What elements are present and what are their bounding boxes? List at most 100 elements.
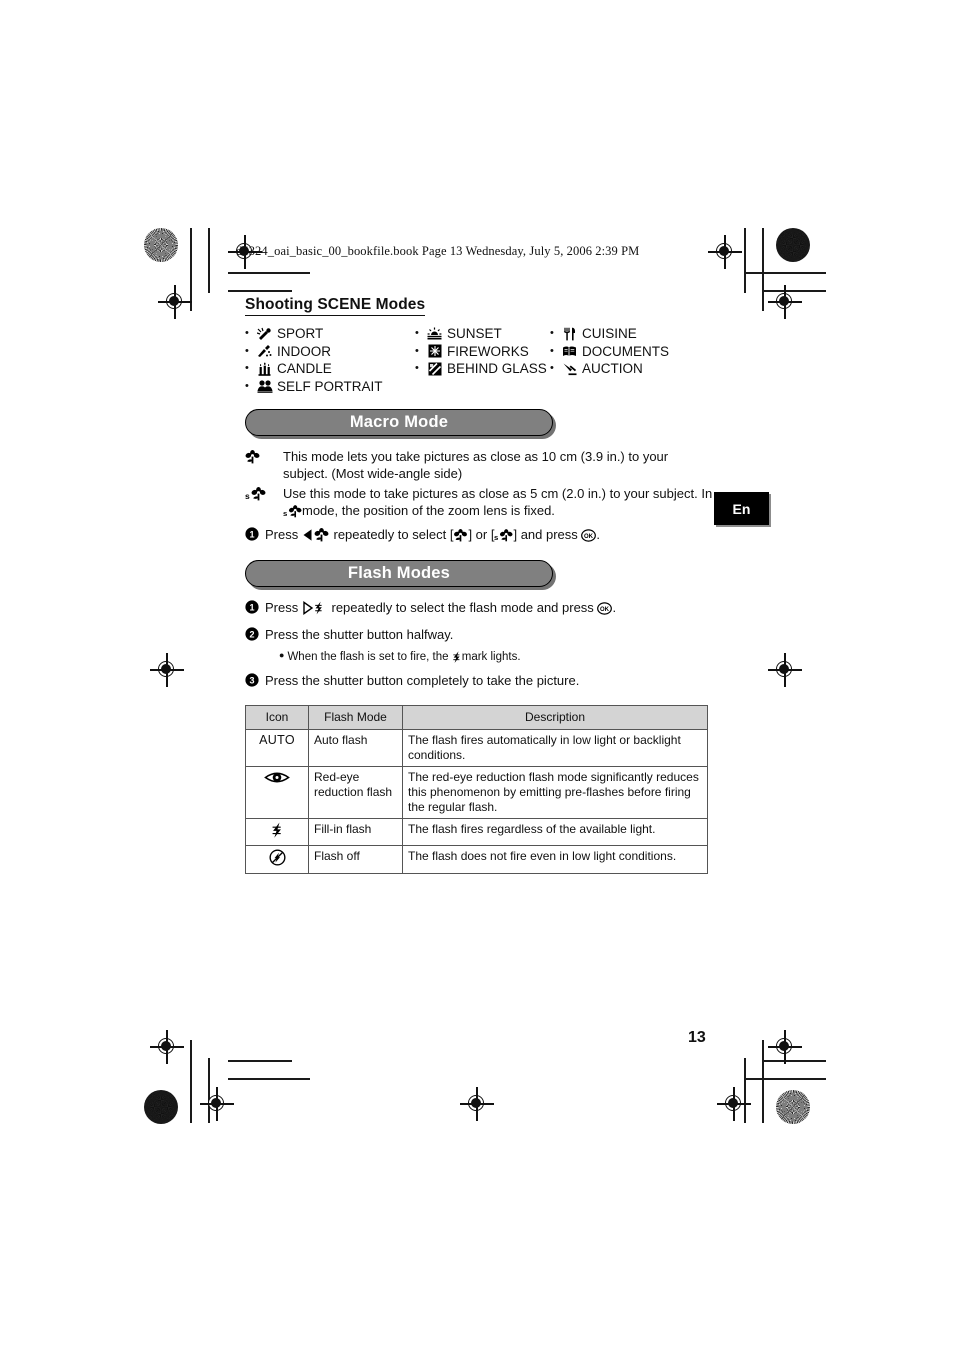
macro-description-text: Use this mode to take pictures as close … — [283, 485, 715, 519]
macro-flower-icon — [453, 529, 468, 542]
registration-target — [460, 1087, 494, 1121]
bullet: • — [245, 344, 249, 357]
list-item: • SPORT — [245, 325, 415, 343]
registration-target — [768, 653, 802, 687]
registration-target — [158, 285, 192, 319]
flash-off-icon-cell — [245, 845, 309, 874]
bullet: • — [245, 379, 249, 392]
step-text-part1: Press — [265, 527, 299, 542]
scene-label: DOCUMENTS — [582, 343, 669, 359]
auto-flash-icon-cell: AUTO — [245, 729, 309, 767]
registration-target — [150, 1030, 184, 1064]
density-patch — [776, 228, 810, 262]
list-item: • AUCTION — [550, 360, 710, 378]
column-header-icon: Icon — [245, 705, 309, 730]
flash-bolt-icon — [271, 822, 284, 841]
macro-description-row: s Use this mode to take pictures as clos… — [245, 485, 715, 519]
behind-glass-icon — [425, 362, 444, 376]
flash-mode-name: Auto flash — [308, 729, 403, 767]
table-row: AUTO Auto flash The flash fires automati… — [245, 729, 708, 767]
svg-text:3: 3 — [249, 675, 254, 685]
step-text-part3: ] or [ — [468, 527, 495, 542]
scene-label: BEHIND GLASS — [447, 361, 547, 376]
macro-text-after: mode, the position of the zoom lens is f… — [302, 503, 555, 518]
flash-mode-description: The flash fires regardless of the availa… — [402, 818, 708, 846]
flash-mode-name: Red-eye reduction flash — [308, 766, 403, 819]
red-eye-icon-cell — [245, 766, 309, 819]
step-number-badge: 1 — [245, 599, 265, 619]
table-header-row: Icon Flash Mode Description — [245, 705, 708, 730]
flash-mode-name: Fill-in flash — [308, 818, 403, 846]
indoor-icon — [255, 344, 274, 358]
step-number-badge: 1 — [245, 526, 265, 546]
substep-text-after: mark lights. — [461, 651, 521, 663]
scene-column: • SUNSET • FIREWORKS • BEHIND GLASS — [415, 325, 550, 395]
flash-step-text: Press the shutter button halfway. ● When … — [265, 626, 715, 665]
svg-text:1: 1 — [249, 602, 254, 612]
svg-text:OK: OK — [584, 534, 594, 540]
ok-button-icon: OK — [597, 602, 613, 615]
flash-step-3: 3 Press the shutter button completely to… — [245, 672, 715, 692]
arrow-right-flash-button-icon — [302, 601, 328, 615]
section-title-scene-modes: Shooting SCENE Modes — [245, 296, 426, 316]
table-row: Fill-in flash The flash fires regardless… — [245, 818, 708, 846]
crop-mark-line — [228, 290, 292, 292]
bullet: • — [415, 344, 419, 357]
table-row: Red-eye reduction flash The red-eye redu… — [245, 766, 708, 819]
column-header-flash-mode: Flash Mode — [308, 705, 403, 730]
list-item: • BEHIND GLASS — [415, 360, 550, 378]
list-item: • CANDLE — [245, 360, 415, 378]
density-patch — [776, 1090, 810, 1124]
cuisine-icon — [560, 327, 579, 341]
list-item: • SUNSET — [415, 325, 550, 343]
flash-modes-table: Icon Flash Mode Description AUTO Auto fl… — [245, 705, 708, 874]
fireworks-icon — [425, 344, 444, 358]
list-item: • DOCUMENTS — [550, 343, 710, 361]
crop-mark-line — [208, 228, 210, 293]
banner-macro-mode: Macro Mode — [245, 409, 555, 438]
crop-mark-line — [228, 272, 310, 274]
step-number-badge: 2 — [245, 626, 265, 646]
registration-target — [708, 235, 742, 269]
scene-label: SPORT — [277, 326, 324, 341]
red-eye-icon — [264, 772, 290, 788]
crop-mark-line — [228, 1060, 292, 1062]
crop-mark-line — [744, 228, 746, 293]
macro-step-1: 1 Press repeatedly to select [] or [s … — [245, 526, 715, 546]
registration-target — [768, 285, 802, 319]
scene-label: INDOOR — [277, 343, 331, 359]
arrow-left-macro-button-icon — [302, 528, 330, 542]
bullet: • — [245, 362, 249, 374]
list-item: • FIREWORKS — [415, 343, 550, 361]
step-number-badge: 3 — [245, 672, 265, 692]
flash-step-2-substep: ● When the flash is set to fire, the mark… — [265, 647, 715, 665]
macro-flower-icon — [245, 448, 283, 469]
registration-target — [200, 1087, 234, 1121]
svg-text:2: 2 — [249, 629, 254, 639]
step-text-part1: Press — [265, 600, 299, 615]
bullet: • — [415, 362, 419, 374]
page-content: Shooting SCENE Modes • SPORT • INDOOR • … — [245, 296, 715, 874]
macro-step-text: Press repeatedly to select [] or [s] … — [265, 526, 715, 544]
density-patch — [144, 1090, 178, 1124]
svg-text:s: s — [245, 491, 250, 501]
self-portrait-icon — [255, 379, 274, 394]
flash-mode-description: The red-eye reduction flash mode signifi… — [402, 766, 708, 819]
sunset-icon — [425, 327, 444, 341]
flash-bolt-icon — [452, 651, 462, 663]
list-item: • CUISINE — [550, 325, 710, 343]
svg-text:1: 1 — [249, 529, 254, 539]
flash-mode-description: The flash fires automatically in low lig… — [402, 729, 708, 767]
auto-label: AUTO — [259, 733, 295, 747]
substep-text-before: When the flash is set to fire, the — [287, 651, 449, 663]
crop-mark-line — [744, 1078, 826, 1080]
flash-off-icon — [268, 849, 286, 869]
step-text-part2: repeatedly to select [ — [333, 527, 454, 542]
step-text-part3: . — [612, 600, 617, 615]
list-item: • INDOOR — [245, 343, 415, 361]
scene-column: • CUISINE • DOCUMENTS • AUCTION — [550, 325, 710, 395]
banner-flash-modes: Flash Modes — [245, 560, 555, 589]
column-header-description: Description — [402, 705, 708, 730]
fill-in-flash-icon-cell — [245, 818, 309, 846]
crop-mark-line — [228, 1078, 310, 1080]
